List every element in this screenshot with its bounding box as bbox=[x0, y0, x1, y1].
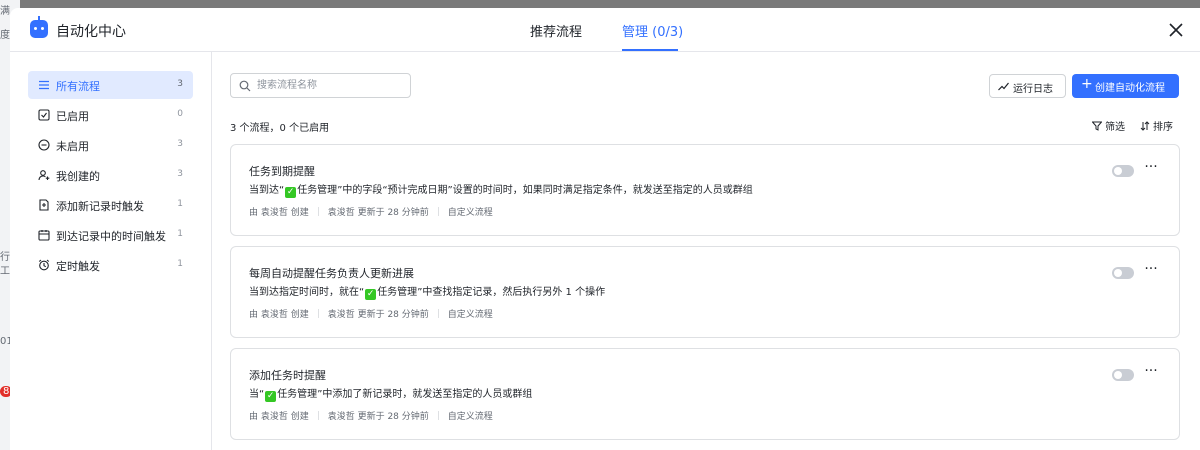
more-options-icon[interactable]: ··· bbox=[1143, 262, 1159, 279]
flow-creator: 由 袁浚哲 创建 bbox=[249, 310, 309, 320]
close-icon bbox=[1169, 23, 1183, 37]
automation-center-dialog: 自动化中心 推荐流程 管理 (0/3) 所有流程 3 已启用 0 未启用 3 我… bbox=[10, 8, 1200, 450]
sidebar-item-label: 已启用 bbox=[56, 110, 89, 123]
sidebar-item-scheduled[interactable]: 定时触发 1 bbox=[28, 251, 193, 279]
sidebar-item-on-record-added[interactable]: 添加新记录时触发 1 bbox=[28, 191, 193, 219]
flow-enable-toggle[interactable] bbox=[1112, 165, 1134, 177]
sidebar-item-label: 定时触发 bbox=[56, 260, 100, 273]
sidebar-item-count: 3 bbox=[177, 169, 183, 179]
sidebar-item-label: 我创建的 bbox=[56, 170, 100, 183]
calendar-icon bbox=[38, 230, 50, 241]
alarm-clock-icon bbox=[38, 259, 50, 271]
flow-enable-toggle[interactable] bbox=[1112, 267, 1134, 279]
run-log-label: 运行日志 bbox=[1013, 84, 1053, 95]
flow-card[interactable]: 任务到期提醒 当到达“ ✓ 任务管理”中的字段“预计完成日期”设置的时间时，如果同时… bbox=[230, 144, 1180, 236]
robot-icon bbox=[30, 16, 48, 38]
sidebar-item-count: 1 bbox=[177, 259, 183, 269]
sidebar-item-created-by-me[interactable]: 我创建的 3 bbox=[28, 161, 193, 189]
sidebar-item-label: 所有流程 bbox=[56, 80, 100, 93]
sidebar-item-count: 1 bbox=[177, 229, 183, 239]
flow-type: 自定义流程 bbox=[447, 310, 493, 320]
sidebar-item-count: 3 bbox=[177, 79, 183, 89]
background-text: 满 bbox=[0, 6, 10, 17]
sidebar-item-disabled[interactable]: 未启用 3 bbox=[28, 131, 193, 159]
flow-meta: 由 袁浚哲 创建 袁浚哲 更新于 28 分钟前 自定义流程 bbox=[249, 307, 493, 320]
filter-button[interactable]: 筛选 bbox=[1092, 118, 1125, 133]
sort-icon bbox=[1140, 121, 1150, 131]
flow-description: 当到达“ ✓ 任务管理”中的字段“预计完成日期”设置的时间时，如果同时满足指定条件，… bbox=[249, 185, 753, 198]
sort-button[interactable]: 排序 bbox=[1140, 118, 1173, 133]
search-box bbox=[230, 73, 411, 98]
flow-title: 添加任务时提醒 bbox=[249, 369, 326, 382]
dialog-title: 自动化中心 bbox=[56, 24, 126, 40]
dialog-header: 自动化中心 推荐流程 管理 (0/3) bbox=[10, 8, 1200, 52]
more-options-icon[interactable]: ··· bbox=[1143, 160, 1159, 177]
minus-circle-icon bbox=[38, 139, 50, 151]
flow-updated: 袁浚哲 更新于 28 分钟前 bbox=[327, 412, 429, 422]
sidebar-item-count: 1 bbox=[177, 199, 183, 209]
create-flow-button[interactable]: + 创建自动化流程 bbox=[1072, 74, 1179, 98]
search-icon bbox=[239, 80, 251, 92]
more-options-icon[interactable]: ··· bbox=[1143, 364, 1159, 381]
flow-meta: 由 袁浚哲 创建 袁浚哲 更新于 28 分钟前 自定义流程 bbox=[249, 205, 493, 218]
filter-label: 筛选 bbox=[1105, 122, 1125, 133]
background-text: 行 bbox=[0, 252, 10, 263]
table-badge-icon: ✓ bbox=[265, 391, 277, 402]
sort-label: 排序 bbox=[1153, 122, 1173, 133]
sidebar: 所有流程 3 已启用 0 未启用 3 我创建的 3 添加新记录时触发 1 到达记… bbox=[10, 52, 212, 450]
flow-card[interactable]: 添加任务时提醒 当“ ✓ 任务管理”中添加了新记录时，就发送至指定的人员或群组 由 … bbox=[230, 348, 1180, 440]
plus-icon: + bbox=[1081, 76, 1093, 92]
table-badge-icon: ✓ bbox=[365, 289, 377, 300]
flow-enable-toggle[interactable] bbox=[1112, 369, 1134, 381]
create-flow-label: 创建自动化流程 bbox=[1095, 83, 1165, 94]
flow-card[interactable]: 每周自动提醒任务负责人更新进展 当到达指定时间时，就在“ ✓ 任务管理”中查找指定记… bbox=[230, 246, 1180, 338]
sidebar-item-enabled[interactable]: 已启用 0 bbox=[28, 101, 193, 129]
sidebar-item-all-flows[interactable]: 所有流程 3 bbox=[28, 71, 193, 99]
sidebar-item-label: 添加新记录时触发 bbox=[56, 200, 144, 213]
table-badge-icon: ✓ bbox=[285, 187, 297, 198]
checkbox-icon bbox=[38, 109, 50, 121]
record-add-icon bbox=[39, 199, 49, 211]
sidebar-item-on-record-time[interactable]: 到达记录中的时间触发 1 bbox=[28, 221, 193, 249]
tab-recommended[interactable]: 推荐流程 bbox=[530, 21, 582, 40]
trend-icon bbox=[998, 82, 1009, 91]
tab-manage[interactable]: 管理 (0/3) bbox=[622, 21, 683, 40]
run-log-button[interactable]: 运行日志 bbox=[989, 74, 1066, 98]
sidebar-item-label: 未启用 bbox=[56, 140, 89, 153]
flow-description: 当“ ✓ 任务管理”中添加了新记录时，就发送至指定的人员或群组 bbox=[249, 389, 533, 402]
active-tab-indicator bbox=[622, 49, 678, 51]
sidebar-item-count: 0 bbox=[177, 109, 183, 119]
background-text: 度 bbox=[0, 30, 10, 41]
flow-meta: 由 袁浚哲 创建 袁浚哲 更新于 28 分钟前 自定义流程 bbox=[249, 409, 493, 422]
sidebar-item-count: 3 bbox=[177, 139, 183, 149]
flow-title: 每周自动提醒任务负责人更新进展 bbox=[249, 267, 414, 280]
list-icon bbox=[39, 80, 49, 90]
flow-description: 当到达指定时间时，就在“ ✓ 任务管理”中查找指定记录，然后执行另外 1 个操作 bbox=[249, 287, 606, 300]
filter-icon bbox=[1092, 121, 1102, 131]
flow-updated: 袁浚哲 更新于 28 分钟前 bbox=[327, 310, 429, 320]
flow-updated: 袁浚哲 更新于 28 分钟前 bbox=[327, 208, 429, 218]
flow-title: 任务到期提醒 bbox=[249, 165, 315, 178]
flow-type: 自定义流程 bbox=[447, 208, 493, 218]
search-input[interactable] bbox=[257, 77, 405, 94]
flow-creator: 由 袁浚哲 创建 bbox=[249, 208, 309, 218]
user-add-icon bbox=[38, 170, 50, 181]
flow-type: 自定义流程 bbox=[447, 412, 493, 422]
sidebar-item-label: 到达记录中的时间触发 bbox=[56, 230, 166, 243]
close-button[interactable] bbox=[1166, 20, 1186, 40]
flow-creator: 由 袁浚哲 创建 bbox=[249, 412, 309, 422]
flow-summary: 3 个流程，0 个已启用 bbox=[230, 123, 330, 134]
